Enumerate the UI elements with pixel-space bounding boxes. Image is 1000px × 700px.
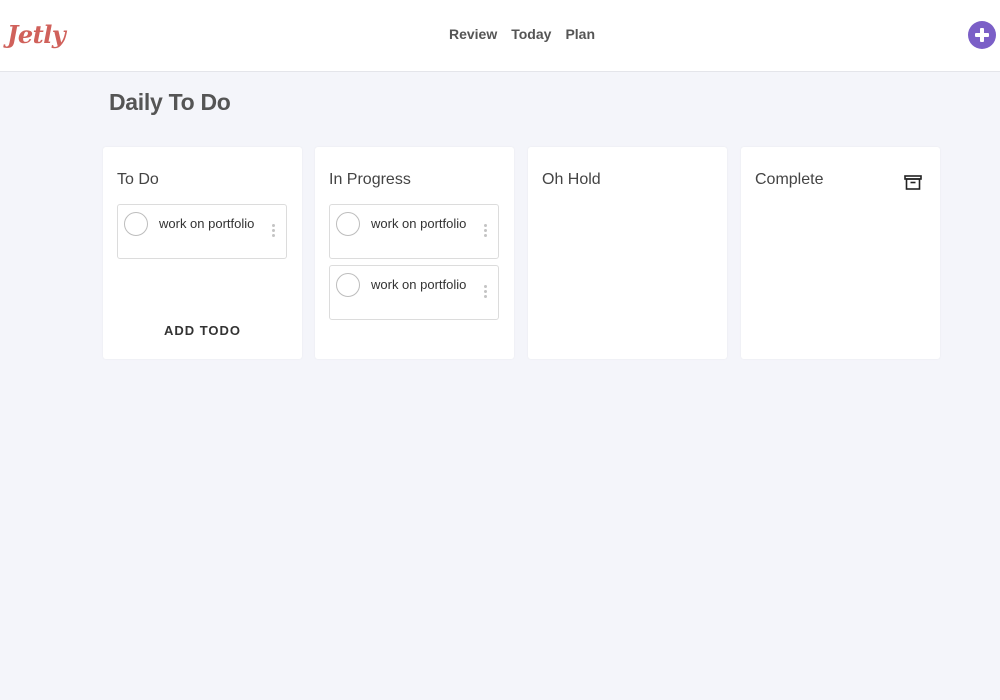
column-title: In Progress bbox=[329, 171, 411, 188]
column-in-progress: In Progress work on portfolio work on po… bbox=[315, 147, 514, 359]
todo-card[interactable]: work on portfolio bbox=[329, 204, 499, 259]
more-options-icon[interactable] bbox=[482, 285, 488, 301]
todo-card[interactable]: work on portfolio bbox=[117, 204, 287, 259]
todo-card[interactable]: work on portfolio bbox=[329, 265, 499, 320]
column-title: To Do bbox=[117, 171, 159, 188]
nav-link-review[interactable]: Review bbox=[449, 26, 497, 42]
todo-text: work on portfolio bbox=[159, 216, 255, 231]
column-complete: Complete bbox=[741, 147, 940, 359]
archive-icon[interactable] bbox=[904, 175, 922, 190]
column-title: Oh Hold bbox=[542, 171, 601, 188]
complete-checkbox[interactable] bbox=[336, 212, 360, 236]
column-on-hold: Oh Hold bbox=[528, 147, 727, 359]
add-todo-button[interactable]: ADD TODO bbox=[103, 323, 302, 338]
nav-link-today[interactable]: Today bbox=[511, 26, 551, 42]
page-title: Daily To Do bbox=[109, 89, 231, 115]
nav-link-plan[interactable]: Plan bbox=[565, 26, 595, 42]
column-to-do: To Do work on portfolio ADD TODO bbox=[103, 147, 302, 359]
complete-checkbox[interactable] bbox=[336, 273, 360, 297]
more-options-icon[interactable] bbox=[270, 224, 276, 240]
more-options-icon[interactable] bbox=[482, 224, 488, 240]
column-title: Complete bbox=[755, 171, 824, 188]
todo-text: work on portfolio bbox=[371, 216, 467, 231]
todo-text: work on portfolio bbox=[371, 277, 467, 292]
add-plus-icon[interactable] bbox=[968, 21, 996, 49]
top-navigation-bar: Jetly Review Today Plan bbox=[0, 0, 1000, 72]
main-nav: Review Today Plan bbox=[0, 26, 1000, 42]
complete-checkbox[interactable] bbox=[124, 212, 148, 236]
